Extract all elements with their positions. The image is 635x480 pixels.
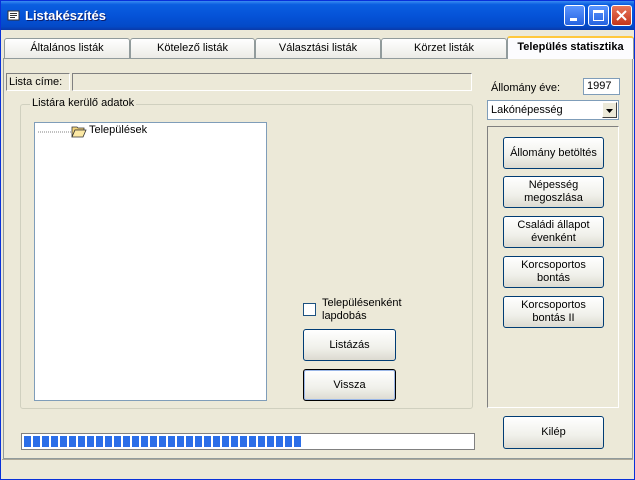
main-window: Listakészítés Általános listák Kötelező …: [0, 0, 635, 480]
checkbox-label-line1: Településenként: [322, 297, 402, 309]
csaladi-allapot-button[interactable]: Családi állapot évenként: [503, 216, 604, 248]
tab-valasztasi[interactable]: Választási listák: [255, 38, 381, 58]
minimize-icon: [570, 18, 577, 21]
app-icon: [7, 10, 20, 21]
page-break-checkbox[interactable]: [303, 303, 316, 316]
nepesseg-line2: megoszlása: [524, 192, 583, 204]
korcsoportos-bontas-button[interactable]: Korcsoportos bontás: [503, 256, 604, 288]
korcs1-line2: bontás: [536, 272, 571, 284]
progress-fill: [24, 436, 302, 447]
listazas-label: Listázás: [329, 338, 370, 351]
korcs2-line2: bontás II: [532, 312, 575, 324]
tree-connector: [38, 131, 72, 133]
tab-label: Körzet listák: [414, 42, 474, 54]
status-bar: [2, 459, 633, 480]
list-title-label: Lista címe:: [9, 76, 63, 88]
tab-telepules-statisztika[interactable]: Település statisztika: [507, 36, 634, 59]
vissza-label: Vissza: [333, 378, 366, 391]
list-title-field[interactable]: [72, 73, 472, 91]
title-bar[interactable]: Listakészítés: [1, 1, 634, 30]
korcs1-label: Korcsoportos bontás: [521, 259, 586, 285]
dropdown-selected: Lakónépesség: [491, 104, 563, 116]
group-caption: Listára kerülő adatok: [30, 97, 137, 109]
kilep-label: Kilép: [541, 426, 566, 438]
tab-korzet[interactable]: Körzet listák: [381, 38, 507, 58]
maximize-button[interactable]: [588, 5, 609, 26]
tab-label: Település statisztika: [517, 41, 624, 53]
maximize-icon: [593, 10, 604, 21]
folder-open-icon: [71, 126, 87, 138]
checkbox-label: Településenként lapdobás: [322, 297, 402, 323]
close-icon: [616, 10, 627, 21]
tree-item-telepulesek[interactable]: Települések: [89, 124, 147, 136]
allomany-year-value: 1997: [587, 80, 612, 92]
tree-view[interactable]: Települések: [34, 122, 267, 401]
vissza-button[interactable]: Vissza: [303, 369, 396, 401]
progress-bar: [21, 433, 475, 450]
checkbox-label-line2: lapdobás: [322, 310, 367, 322]
csaladi-line1: Családi állapot: [517, 219, 590, 231]
list-title-label-box: Lista címe:: [6, 73, 70, 91]
allomany-betoltes-label: Állomány betöltés: [510, 146, 597, 159]
minimize-button[interactable]: [564, 5, 585, 26]
csaladi-label: Családi állapot évenként: [517, 219, 589, 245]
dropdown-arrow-button[interactable]: [602, 102, 617, 118]
window-title: Listakészítés: [25, 8, 106, 23]
tab-label: Általános listák: [30, 42, 104, 54]
tab-kotelezo[interactable]: Kötelező listák: [130, 38, 255, 58]
chevron-down-icon: [606, 109, 613, 113]
allomany-label: Állomány éve:: [491, 82, 561, 94]
allomany-year-field[interactable]: 1997: [583, 78, 620, 95]
korcs2-line1: Korcsoportos: [521, 299, 586, 311]
korcs1-line1: Korcsoportos: [521, 259, 586, 271]
listazas-button[interactable]: Listázás: [303, 329, 396, 361]
korcsoportos-bontas-ii-button[interactable]: Korcsoportos bontás II: [503, 296, 604, 328]
tab-altalanos[interactable]: Általános listák: [4, 38, 130, 58]
csaladi-line2: évenként: [531, 232, 576, 244]
dataset-dropdown[interactable]: Lakónépesség: [487, 100, 619, 120]
nepesseg-line1: Népesség: [528, 179, 579, 191]
tab-label: Kötelező listák: [157, 42, 228, 54]
close-button[interactable]: [611, 5, 632, 26]
nepesseg-megoszlasa-button[interactable]: Népesség megoszlása: [503, 176, 604, 208]
tab-label: Választási listák: [278, 42, 358, 54]
kilep-button[interactable]: Kilép: [503, 416, 604, 449]
nepesseg-label: Népesség megoszlása: [524, 179, 583, 205]
allomany-betoltes-button[interactable]: Állomány betöltés: [503, 137, 604, 169]
korcs2-label: Korcsoportos bontás II: [521, 299, 586, 325]
